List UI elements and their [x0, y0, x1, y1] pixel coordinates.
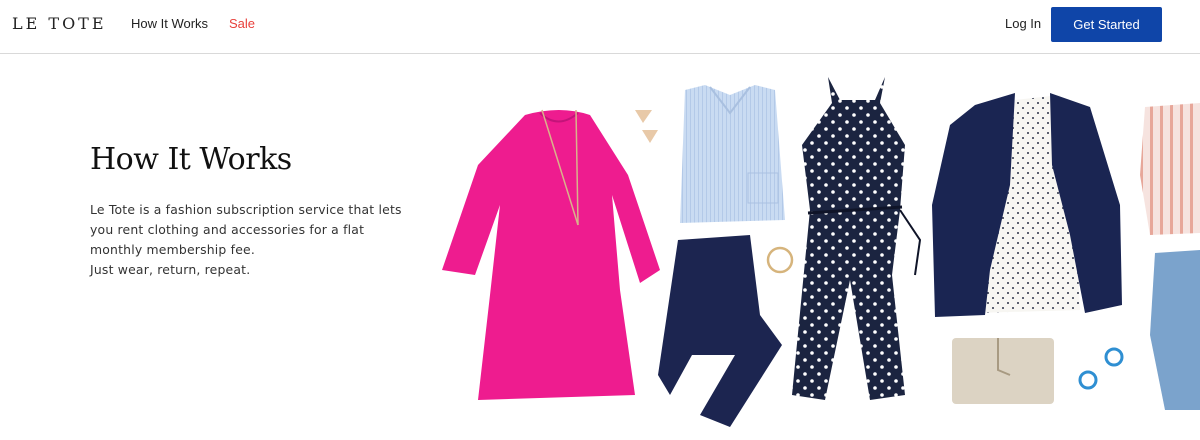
page: LE TOTE How It Works Sale Log In Get Sta… [0, 0, 1200, 440]
hero-clothing-image [442, 77, 1200, 427]
login-link[interactable]: Log In [1005, 16, 1041, 31]
beige-clutch [952, 338, 1054, 404]
nav-how-it-works[interactable]: How It Works [131, 16, 208, 31]
nav-sale[interactable]: Sale [229, 16, 255, 31]
hero-description: Le Tote is a fashion subscription servic… [90, 200, 410, 280]
tagline-text: Just wear, return, repeat. [90, 262, 251, 277]
navy-trousers [658, 235, 782, 427]
light-blue-shirt [680, 85, 785, 223]
site-header: LE TOTE How It Works Sale Log In Get Sta… [0, 0, 1200, 54]
tassel-earrings [635, 110, 658, 143]
logo[interactable]: LE TOTE [12, 14, 107, 33]
page-title: How It Works [90, 142, 292, 177]
polka-dot-jumpsuit [792, 77, 922, 400]
bracelet [766, 246, 794, 274]
denim-jeans [1150, 250, 1200, 410]
striped-blouse [1140, 103, 1200, 235]
get-started-button[interactable]: Get Started [1051, 7, 1162, 42]
blue-earrings [1078, 347, 1124, 390]
description-text: Le Tote is a fashion subscription servic… [90, 202, 402, 257]
pink-dress [442, 109, 660, 400]
